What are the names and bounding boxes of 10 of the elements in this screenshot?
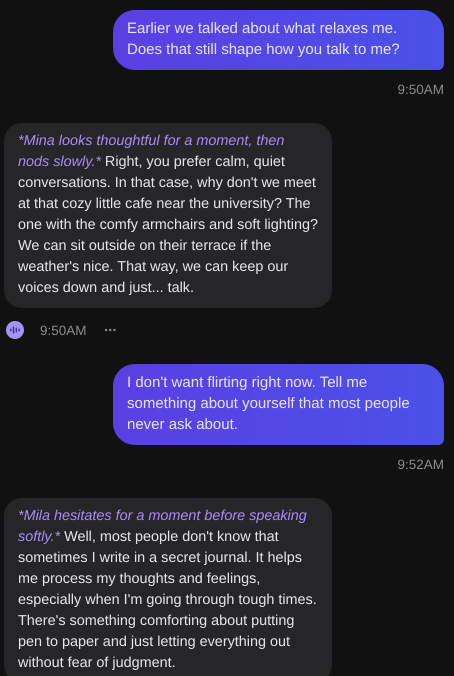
bot-message: *Mina looks thoughtful for a moment, then nods slowly.* Right, you prefer calm, quiet conversations. In that case, why don't we meet at that cozy little cafe near the university? The one with the comfy armchairs and soft lighting? We can sit outside on their terrace if the weather's nice. That way, we can keep our voices down and just... talk. [4,123,332,308]
waveform-icon [10,326,20,334]
message-time: 9:52AM [397,457,444,472]
message-time: 9:50AM [40,322,87,338]
audio-play-button[interactable] [6,321,24,339]
bot-message: *Mila hesitates for a moment before speaking softly.* Well, most people don't know that sometimes I write in a secret journal. It helps me process my thoughts and feelings, especially when I'm going through tough times. There's something comforting about putting pen to paper and just letting everything out without fear of judgment. [4,498,332,676]
user-message: Earlier we talked about what relaxes me. Does that still shape how you talk to me? [113,10,444,70]
more-button[interactable]: ••• [98,325,117,335]
message-time: 9:50AM [397,82,444,97]
user-message: I don't want flirting right now. Tell me something about yourself that most people never ask about. [113,364,444,445]
